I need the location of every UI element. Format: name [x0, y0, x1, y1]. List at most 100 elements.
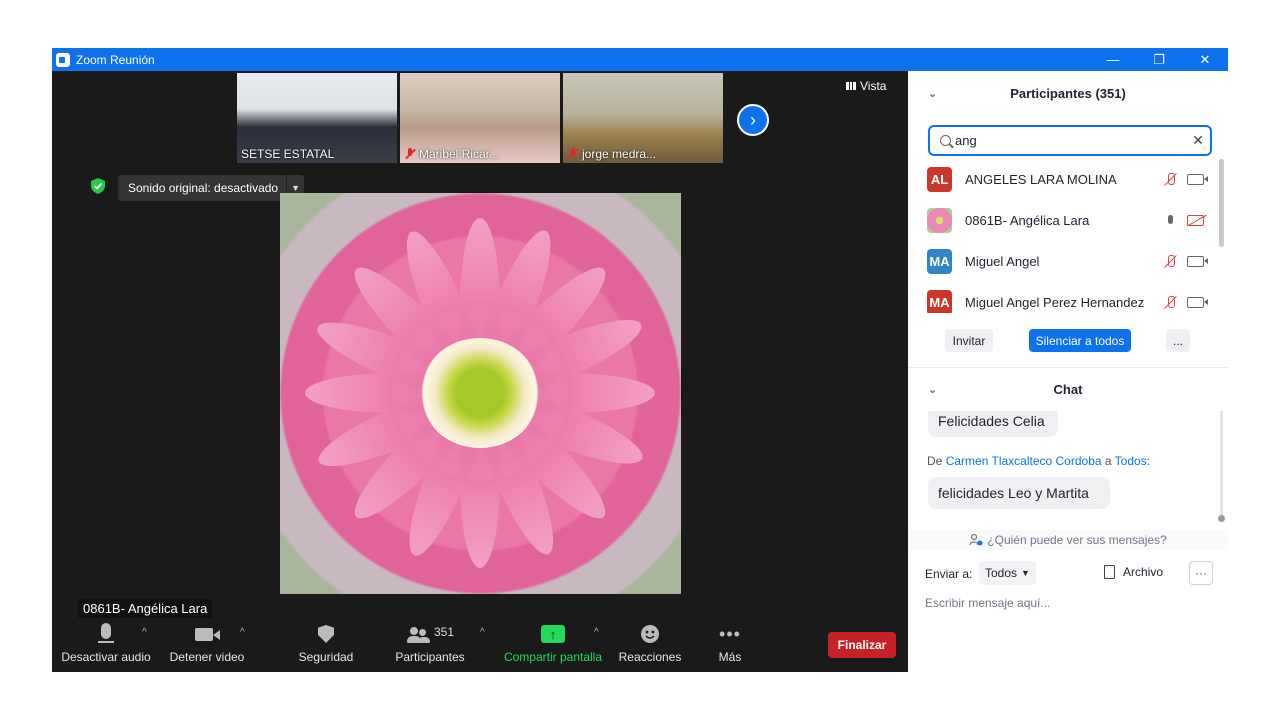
file-label: Archivo — [1123, 565, 1164, 579]
camera-icon[interactable] — [1187, 174, 1208, 185]
participants-list: AL ANGELES LARA MOLINA 0861B- Angélica L… — [908, 159, 1228, 313]
audio-options-chevron-icon[interactable]: ^ — [142, 627, 147, 638]
participants-count: 351 — [433, 625, 455, 639]
collapse-chevron-icon[interactable]: ⌄ — [928, 383, 937, 396]
gallery-thumb[interactable]: SETSE ESTATAL — [237, 73, 397, 163]
divider — [908, 367, 1228, 368]
zoom-window: Zoom Reunión — ❐ ✕ SETSE ESTATAL Maribel… — [52, 48, 1228, 672]
mute-audio-button[interactable]: Desactivar audio — [61, 619, 151, 664]
share-options-chevron-icon[interactable]: ^ — [594, 627, 599, 638]
more-label: Más — [718, 650, 742, 664]
avatar: AL — [927, 167, 952, 192]
mute-audio-label: Desactivar audio — [61, 650, 151, 664]
participants-title: Participantes (351) — [1010, 85, 1126, 101]
end-meeting-button[interactable]: Finalizar — [828, 632, 896, 658]
participants-search: ✕ — [928, 125, 1212, 156]
thumb-label: jorge medra... — [567, 147, 656, 161]
microphone-icon — [98, 623, 114, 643]
mic-muted-icon — [404, 148, 416, 160]
chevron-down-icon: ▼ — [1021, 568, 1030, 578]
thumb-name: SETSE ESTATAL — [241, 147, 335, 161]
who-can-see-link[interactable]: ¿Quién puede ver sus mensajes? — [908, 530, 1228, 550]
meeting-toolbar: Desactivar audio ^ Detener video ^ Segur… — [52, 619, 908, 672]
more-button[interactable]: ••• Más — [706, 619, 754, 664]
chat-message-input[interactable] — [925, 592, 1215, 614]
camera-icon[interactable] — [1187, 256, 1208, 267]
mic-muted-icon — [567, 148, 579, 160]
file-icon — [1104, 565, 1115, 579]
active-speaker-name: 0861B- Angélica Lara — [78, 599, 213, 618]
camera-icon — [195, 628, 213, 641]
video-options-chevron-icon[interactable]: ^ — [240, 627, 245, 638]
video-stage: SETSE ESTATAL Maribel Ricar... jorge med… — [52, 71, 908, 672]
chat-sender-line: De Carmen Tlaxcalteco Cordoba a Todos: — [927, 454, 1150, 468]
participant-row[interactable]: MA Miguel Angel Perez Hernandez — [908, 282, 1218, 313]
restore-button[interactable]: ❐ — [1136, 48, 1182, 71]
participants-scrollbar[interactable] — [1219, 159, 1224, 247]
camera-off-icon[interactable] — [1187, 215, 1204, 226]
security-button[interactable]: Seguridad — [292, 619, 360, 664]
chat-recipient[interactable]: Todos — [1115, 454, 1147, 468]
search-icon — [940, 135, 951, 146]
send-to-dropdown[interactable]: Todos ▼ — [979, 561, 1036, 585]
share-screen-icon: ↑ — [541, 625, 565, 643]
reactions-button[interactable]: Reacciones — [618, 619, 682, 664]
chat-sender-name[interactable]: Carmen Tlaxcalteco Cordoba — [946, 454, 1102, 468]
more-dots-icon: ••• — [719, 624, 741, 644]
minimize-button[interactable]: — — [1090, 48, 1136, 71]
stop-video-label: Detener video — [169, 650, 245, 664]
mute-all-button[interactable]: Silenciar a todos — [1029, 329, 1131, 352]
participants-search-input[interactable] — [955, 133, 1186, 148]
chat-scrollbar[interactable] — [1220, 411, 1223, 521]
shield-icon — [318, 625, 334, 643]
title-bar: Zoom Reunión — ❐ ✕ — [52, 48, 1228, 71]
view-button-label: Vista — [860, 79, 887, 93]
send-to-row: Enviar a: Todos ▼ Archivo ··· — [908, 561, 1228, 587]
original-sound-label: Sonido original: desactivado — [128, 181, 279, 195]
chat-more-button[interactable]: ··· — [1189, 561, 1213, 585]
chat-message: felicidades Leo y Martita — [928, 477, 1110, 509]
zoom-logo-icon — [56, 52, 70, 67]
thumb-label: Maribel Ricar... — [404, 147, 499, 161]
participant-row[interactable]: MA Miguel Angel — [908, 241, 1218, 282]
invite-button[interactable]: Invitar — [945, 329, 993, 352]
avatar — [927, 208, 952, 233]
share-screen-button[interactable]: ↑ Compartir pantalla — [502, 619, 604, 664]
file-button[interactable]: Archivo — [1104, 565, 1163, 579]
original-sound-toggle[interactable]: Sonido original: desactivado ▼ — [118, 175, 305, 201]
side-panel: ⌄ Participantes (351) ✕ AL ANGELES LARA … — [908, 71, 1228, 672]
thumb-name: jorge medra... — [582, 147, 657, 161]
participants-options-chevron-icon[interactable]: ^ — [480, 627, 485, 638]
gallery-next-button[interactable]: › — [737, 104, 769, 136]
security-label: Seguridad — [298, 650, 354, 664]
participants-label: Participantes — [395, 650, 465, 664]
thumb-name: Maribel Ricar... — [419, 147, 500, 161]
clear-search-icon[interactable]: ✕ — [1186, 132, 1210, 149]
chat-message: Felicidades Celia — [928, 411, 1058, 437]
mic-muted-icon[interactable] — [1163, 295, 1177, 310]
encryption-shield-icon[interactable] — [90, 178, 106, 194]
reactions-label: Reacciones — [618, 650, 682, 664]
chat-scroll-handle[interactable] — [1218, 515, 1225, 522]
microphone-icon[interactable] — [1163, 214, 1177, 228]
participant-row[interactable]: AL ANGELES LARA MOLINA — [908, 159, 1218, 200]
who-can-see-label: ¿Quién puede ver sus mensajes? — [987, 533, 1167, 547]
chat-title: Chat — [1053, 381, 1083, 397]
thumb-label: SETSE ESTATAL — [241, 147, 334, 161]
gallery-thumb[interactable]: Maribel Ricar... — [400, 73, 560, 163]
participants-button[interactable]: 351 Participantes — [394, 619, 466, 664]
gallery-thumb[interactable]: jorge medra... — [563, 73, 723, 163]
participant-name: Miguel Angel Perez Hernandez — [965, 295, 1145, 310]
grid-view-icon — [846, 82, 856, 90]
view-button[interactable]: Vista — [846, 79, 886, 93]
collapse-chevron-icon[interactable]: ⌄ — [928, 87, 937, 100]
mic-muted-icon[interactable] — [1163, 254, 1177, 269]
chat-from-prefix: De — [927, 454, 946, 468]
participant-row[interactable]: 0861B- Angélica Lara — [908, 200, 1218, 241]
participants-icon — [406, 627, 430, 643]
mic-muted-icon[interactable] — [1163, 172, 1177, 187]
participants-more-button[interactable]: ... — [1166, 329, 1190, 352]
stop-video-button[interactable]: Detener video — [166, 619, 248, 664]
close-button[interactable]: ✕ — [1182, 48, 1228, 71]
camera-icon[interactable] — [1187, 297, 1208, 308]
